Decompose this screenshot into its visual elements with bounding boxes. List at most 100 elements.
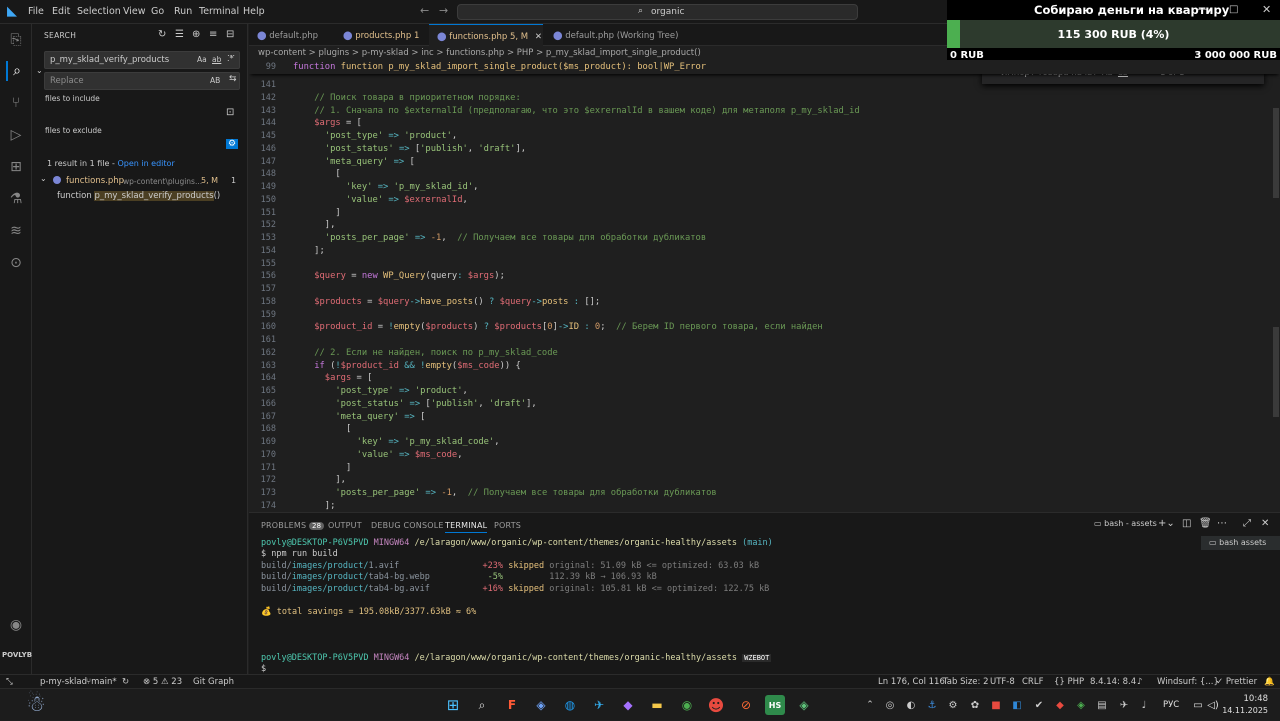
- back-arrow-icon[interactable]: ←: [420, 4, 429, 17]
- sync-icon[interactable]: ↻: [122, 677, 129, 687]
- whole-word-icon[interactable]: ab: [212, 55, 221, 64]
- kill-terminal-icon[interactable]: 🗑: [1199, 518, 1212, 529]
- robot-widget-icon[interactable]: ☃: [16, 689, 56, 721]
- files-include-input[interactable]: ⊡: [44, 106, 240, 124]
- tray-app10-icon[interactable]: ◈: [1071, 695, 1091, 715]
- telegram-icon[interactable]: ✈: [589, 695, 609, 715]
- minimize-icon[interactable]: —: [1197, 4, 1207, 15]
- vscode-insiders-icon[interactable]: ◈: [794, 695, 814, 715]
- discord-icon[interactable]: ◐: [901, 695, 921, 715]
- more-actions-icon[interactable]: ⋯: [1217, 518, 1227, 529]
- panel-tab-ports[interactable]: PORTS: [494, 521, 521, 530]
- cursor-position[interactable]: Ln 176, Col 116: [878, 677, 945, 687]
- close-tab-icon[interactable]: ✕: [535, 32, 542, 42]
- search-icon[interactable]: ⌕: [6, 61, 26, 81]
- edge-icon[interactable]: ◍: [560, 695, 580, 715]
- tab-functions-php[interactable]: ⬤ functions.php 5, M ✕: [429, 24, 543, 46]
- source-control-icon[interactable]: ⑂: [6, 93, 26, 113]
- remote-icon[interactable]: ⤡: [6, 677, 13, 687]
- file-explorer-icon[interactable]: ▬: [647, 695, 667, 715]
- menu-view[interactable]: View: [123, 6, 146, 17]
- input-language[interactable]: РУС: [1163, 700, 1179, 710]
- tray-app9-icon[interactable]: ◆: [1050, 695, 1070, 715]
- tab-default-php[interactable]: ⬤ default.php: [249, 24, 333, 46]
- line-ending[interactable]: CRLF: [1022, 677, 1043, 687]
- more-options-icon[interactable]: ⋯: [227, 51, 235, 60]
- menu-run[interactable]: Run: [174, 6, 192, 17]
- preserve-case-icon[interactable]: AB: [210, 76, 220, 85]
- new-terminal-icon[interactable]: +⌄: [1158, 518, 1175, 529]
- workspace-label[interactable]: p-my-sklad: [40, 677, 87, 687]
- bell-icon[interactable]: ♪: [1137, 677, 1142, 687]
- obsidian-icon[interactable]: ◆: [618, 695, 638, 715]
- menu-terminal[interactable]: Terminal: [199, 6, 239, 17]
- close-window-icon[interactable]: ✕: [1262, 3, 1271, 16]
- menu-help[interactable]: Help: [243, 6, 265, 17]
- sticky-scroll-line[interactable]: 99 function function p_my_sklad_import_s…: [249, 60, 1280, 74]
- tray-app6-icon[interactable]: ■: [986, 695, 1006, 715]
- collapse-all-icon[interactable]: ≡: [209, 29, 217, 40]
- filezilla-icon[interactable]: F: [502, 695, 522, 715]
- tray-app11-icon[interactable]: ▤: [1092, 695, 1112, 715]
- tray-app3-icon[interactable]: ⚓: [922, 695, 942, 715]
- chrome-icon[interactable]: ◉: [677, 695, 697, 715]
- maximize-panel-icon[interactable]: ⤢: [1243, 518, 1251, 529]
- open-editors-only-icon[interactable]: ⊡: [226, 107, 234, 118]
- view-as-tree-icon[interactable]: ⊟: [226, 29, 234, 40]
- windows-start-icon[interactable]: ⊞: [443, 695, 463, 715]
- branch-status[interactable]: ⑂main*: [86, 677, 117, 687]
- split-terminal-icon[interactable]: ◫: [1182, 518, 1191, 529]
- problems-status[interactable]: ⊗ 5 ⚠ 23: [143, 677, 182, 687]
- tray-app7-icon[interactable]: ◧: [1007, 695, 1027, 715]
- notifications-icon[interactable]: 🔔: [1264, 677, 1275, 687]
- code-editor[interactable]: 99 function function p_my_sklad_import_s…: [249, 60, 1280, 512]
- testing-icon[interactable]: ⚗: [6, 189, 26, 209]
- menu-go[interactable]: Go: [151, 6, 164, 17]
- tab-products-php[interactable]: ⬤ products.php 1: [335, 24, 427, 46]
- windsurf-status[interactable]: Windsurf: {...}: [1157, 677, 1219, 687]
- command-center[interactable]: ⌕ organic: [457, 4, 858, 20]
- steam-icon[interactable]: ⚙: [943, 695, 963, 715]
- result-match-row[interactable]: function p_my_sklad_verify_products(): [36, 189, 246, 203]
- taskbar-search-icon[interactable]: ⌕: [472, 695, 492, 715]
- php-version[interactable]: 8.4.14: 8.4: [1090, 677, 1136, 687]
- clear-results-icon[interactable]: ☰: [175, 29, 184, 40]
- toggle-replace-icon[interactable]: ⌄: [36, 66, 43, 75]
- vscode-taskbar-icon[interactable]: ◈: [531, 695, 551, 715]
- files-exclude-input[interactable]: ⚙: [44, 138, 240, 156]
- panel-tab-output[interactable]: OUTPUT: [328, 521, 362, 530]
- explorer-icon[interactable]: ⎘: [6, 30, 26, 50]
- terminal-name[interactable]: ▭ bash - assets: [1094, 519, 1157, 528]
- maximize-icon[interactable]: □: [1229, 4, 1238, 15]
- tab-default-working-tree[interactable]: ⬤ default.php (Working Tree): [545, 24, 705, 46]
- panel-tab-terminal[interactable]: TERMINAL: [445, 521, 488, 533]
- replace-input[interactable]: Replace AB ⇆: [44, 72, 240, 90]
- git-graph[interactable]: Git Graph: [193, 677, 234, 687]
- result-file-row[interactable]: ⌄ functions.php wp-content\plugins... 5,…: [36, 174, 246, 188]
- run-debug-icon[interactable]: ▷: [6, 125, 26, 145]
- language-mode[interactable]: {} PHP: [1054, 677, 1084, 687]
- scrollbar-thumb-lower[interactable]: [1273, 327, 1279, 417]
- panel-tab-debug-console[interactable]: DEBUG CONSOLE: [371, 521, 444, 530]
- new-search-editor-icon[interactable]: ⊕: [192, 29, 200, 40]
- tray-telegram-icon[interactable]: ✈: [1114, 695, 1134, 715]
- tray-chevron-icon[interactable]: ⌃: [860, 695, 880, 715]
- breadcrumb[interactable]: wp-content > plugins > p-my-sklad > inc …: [249, 46, 947, 60]
- refresh-icon[interactable]: ↻: [158, 29, 166, 40]
- encoding[interactable]: UTF-8: [990, 677, 1015, 687]
- prettier-status[interactable]: ✓ Prettier: [1216, 677, 1257, 687]
- use-exclude-settings-icon[interactable]: ⚙: [226, 139, 239, 149]
- microphone-icon[interactable]: ♩: [1134, 695, 1154, 715]
- open-in-editor-link[interactable]: Open in editor: [117, 159, 174, 168]
- bot-app-icon[interactable]: ☻: [706, 695, 726, 715]
- match-case-icon[interactable]: Aa: [197, 55, 207, 64]
- terminal-list-item[interactable]: ▭ bash assets: [1201, 536, 1280, 550]
- clock-date[interactable]: 14.11.2025: [1218, 706, 1268, 715]
- accounts-icon[interactable]: ◉: [6, 615, 26, 635]
- clock-time[interactable]: 10:48: [1228, 694, 1269, 704]
- tray-app5-icon[interactable]: ✿: [965, 695, 985, 715]
- tab-size[interactable]: Tab Size: 2: [943, 677, 989, 687]
- replace-all-icon[interactable]: ⇆: [229, 74, 237, 84]
- forward-arrow-icon[interactable]: →: [439, 4, 448, 17]
- menu-file[interactable]: File: [28, 6, 44, 17]
